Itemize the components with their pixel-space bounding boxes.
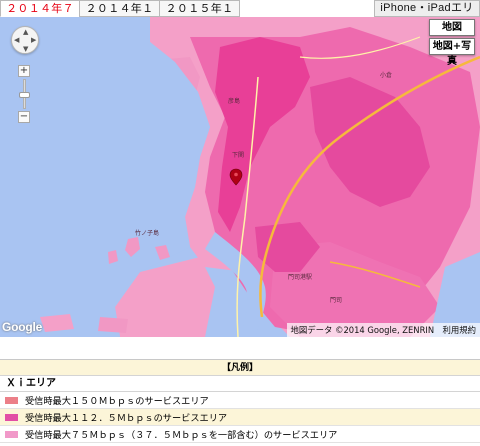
coverage-map[interactable]: 彦島 下関 門司港駅 門司 小倉 竹ノ子島 ▲ ▼ ◀ ▶ + − 地図 地図+… [0,17,480,337]
zoom-control: + − [18,65,32,123]
legend-label-150: 受信時最大１５０Ｍｂｐｓのサービスエリア [25,396,209,407]
google-logo[interactable]: Google [2,320,42,334]
map-attribution[interactable]: 地図データ ©2014 Google, ZENRIN 利用規約 [286,323,480,337]
legend-label-75: 受信時最大７５Ｍｂｐｓ（３７．５Ｍｂｐｓを一部含む）のサービスエリア [25,430,338,441]
pan-arrows-icon[interactable]: ▲ ▼ ◀ ▶ [11,26,39,54]
legend-label-112: 受信時最大１１２．５Ｍｂｐｓのサービスエリア [25,413,228,424]
tab-2014-jul[interactable]: ２０１４年７月末時点 [0,0,80,30]
map-type-satellite-button[interactable]: 地図+写真 [429,38,475,67]
legend-title: 【凡例】 [0,360,480,376]
map-label-ohfujima: 竹ノ子島 [135,229,159,237]
legend: 【凡例】 Ｘｉエリア 受信時最大１５０Ｍｂｐｓのサービスエリア 受信時最大１１２… [0,359,480,443]
tab-2015-jan[interactable]: ２０１５年１月末予 [159,0,240,30]
map-label-moji: 門司 [330,297,342,304]
map-label-mekari: 門司港駅 [288,273,312,281]
map-tiles: 彦島 下関 門司港駅 門司 小倉 竹ノ子島 [0,17,480,337]
tab-iphone-ipad-area[interactable]: iPhone・iPadエリア [374,0,480,29]
tab-bar: ２０１４年７月末時点 ２０１４年１０月末 ２０１５年１月末予 iPhone・iP… [0,0,480,30]
legend-row-150: 受信時最大１５０Ｍｂｐｓのサービスエリア [0,392,480,409]
legend-swatch-75 [5,430,18,438]
legend-section-heading: Ｘｉエリア [0,376,480,392]
legend-row-112: 受信時最大１１２．５Ｍｂｐｓのサービスエリア [0,409,480,426]
legend-row-75: 受信時最大７５Ｍｂｐｓ（３７．５Ｍｂｐｓを一部含む）のサービスエリア [0,426,480,443]
zoom-out-button[interactable]: − [18,111,30,123]
map-label-kokura: 小倉 [380,71,392,79]
map-label-shimonoseki: 下関 [232,152,244,159]
zoom-slider-thumb[interactable] [19,92,30,98]
small-island-5 [98,317,128,333]
tab-2014-oct[interactable]: ２０１４年１０月末 [79,0,160,30]
legend-swatch-150 [5,396,18,404]
zoom-in-button[interactable]: + [18,65,30,77]
map-type-map-button[interactable]: 地図 [429,19,475,36]
legend-swatch-112 [5,413,18,421]
small-island-4 [40,314,74,332]
map-label-hikoshima: 彦島 [228,97,240,105]
